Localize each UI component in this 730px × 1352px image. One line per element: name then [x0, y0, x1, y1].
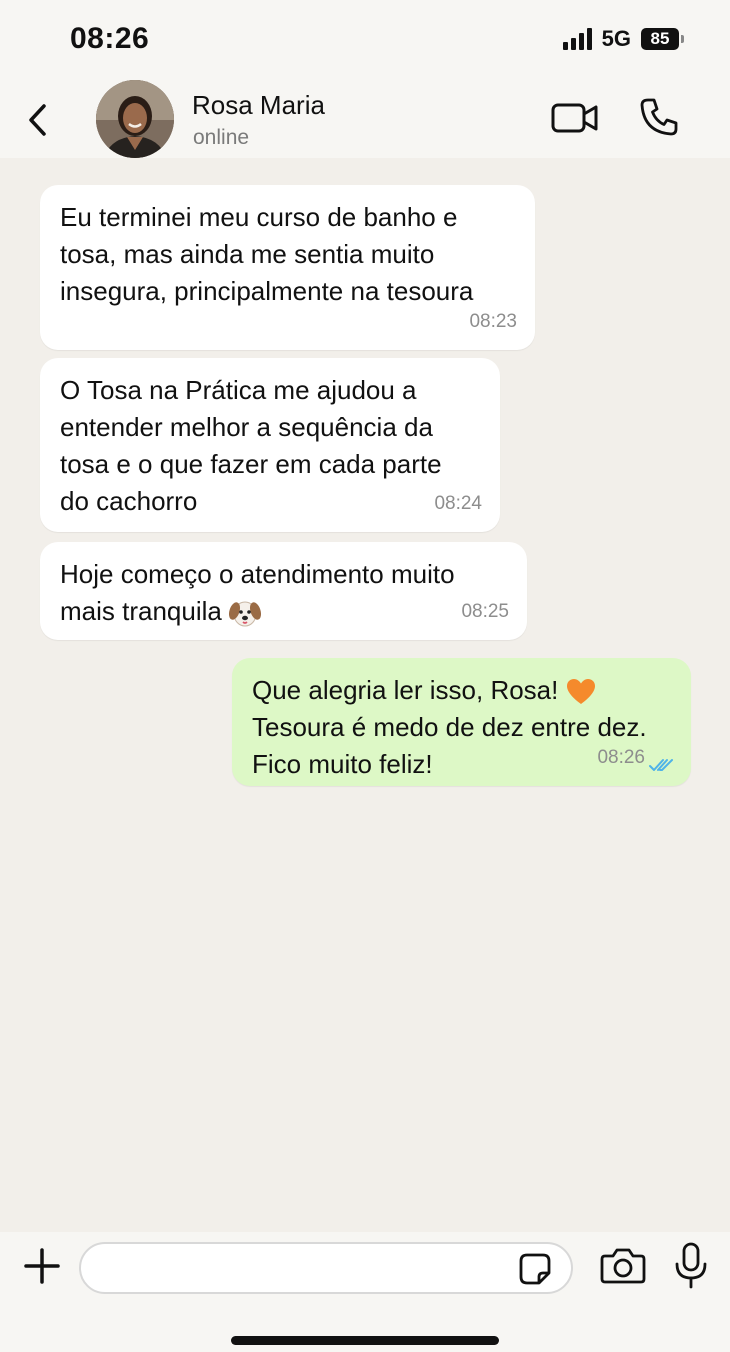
message-line: tosa, mas ainda me sentia muito [60, 239, 435, 269]
message-time: 08:25 [461, 601, 509, 622]
sticker-icon [519, 1253, 551, 1285]
attach-button[interactable] [22, 1246, 62, 1286]
message-line: insegura, principalmente na tesoura [60, 276, 474, 306]
plus-icon [24, 1248, 60, 1284]
message-time: 08:23 [469, 311, 517, 332]
avatar-image [96, 80, 174, 158]
message-input[interactable] [79, 1242, 573, 1294]
status-time: 08:26 [70, 22, 150, 55]
message-line: tosa e o que fazer em cada parte [60, 449, 442, 479]
chat-area[interactable]: Eu terminei meu curso de banho e tosa, m… [0, 158, 730, 1232]
message-line: mais tranquila [60, 596, 222, 626]
network-type: 5G [601, 26, 631, 51]
camera-icon [600, 1248, 646, 1284]
avatar[interactable] [96, 80, 174, 158]
message-incoming[interactable]: Hoje começo o atendimento muito mais tra… [40, 542, 527, 640]
message-line: entender melhor a sequência da [60, 412, 433, 442]
message-incoming[interactable]: O Tosa na Prática me ajudou a entender m… [40, 358, 500, 532]
status-bar: 08:26 5G 85 [0, 0, 730, 80]
double-check-icon [649, 759, 673, 771]
contact-name[interactable]: Rosa Maria [192, 90, 325, 121]
phone-icon [640, 98, 678, 136]
chevron-left-icon [29, 104, 46, 136]
message-incoming[interactable]: Eu terminei meu curso de banho e tosa, m… [40, 185, 535, 350]
message-line: O Tosa na Prática me ajudou a [60, 375, 417, 405]
camera-button[interactable] [600, 1246, 646, 1286]
input-bar [0, 1232, 730, 1352]
home-indicator[interactable] [231, 1336, 499, 1345]
orange-heart-icon [566, 679, 595, 705]
battery-level: 85 [641, 28, 679, 50]
message-time: 08:26 [597, 747, 645, 768]
message-time: 08:24 [434, 493, 482, 514]
message-line: do cachorro [60, 486, 198, 516]
video-camera-icon [551, 103, 598, 133]
microphone-button[interactable] [674, 1242, 708, 1290]
message-line: Eu terminei meu curso de banho e [60, 202, 458, 232]
battery-icon: 85 [641, 28, 684, 50]
sticker-button[interactable] [518, 1252, 552, 1286]
chat-header: Rosa Maria online [0, 80, 730, 158]
microphone-icon [675, 1242, 707, 1289]
status-indicators: 5G 85 [562, 26, 684, 52]
signal-icon [562, 28, 592, 50]
dog-face-icon [229, 601, 262, 627]
voice-call-button[interactable] [638, 96, 680, 138]
message-line: Hoje começo o atendimento muito [60, 559, 455, 589]
message-line: Que alegria ler isso, Rosa! [252, 675, 559, 705]
video-call-button[interactable] [550, 100, 600, 136]
back-button[interactable] [24, 100, 54, 140]
message-outgoing[interactable]: Que alegria ler isso, Rosa! Tesoura é me… [232, 658, 691, 786]
contact-status: online [193, 126, 250, 149]
